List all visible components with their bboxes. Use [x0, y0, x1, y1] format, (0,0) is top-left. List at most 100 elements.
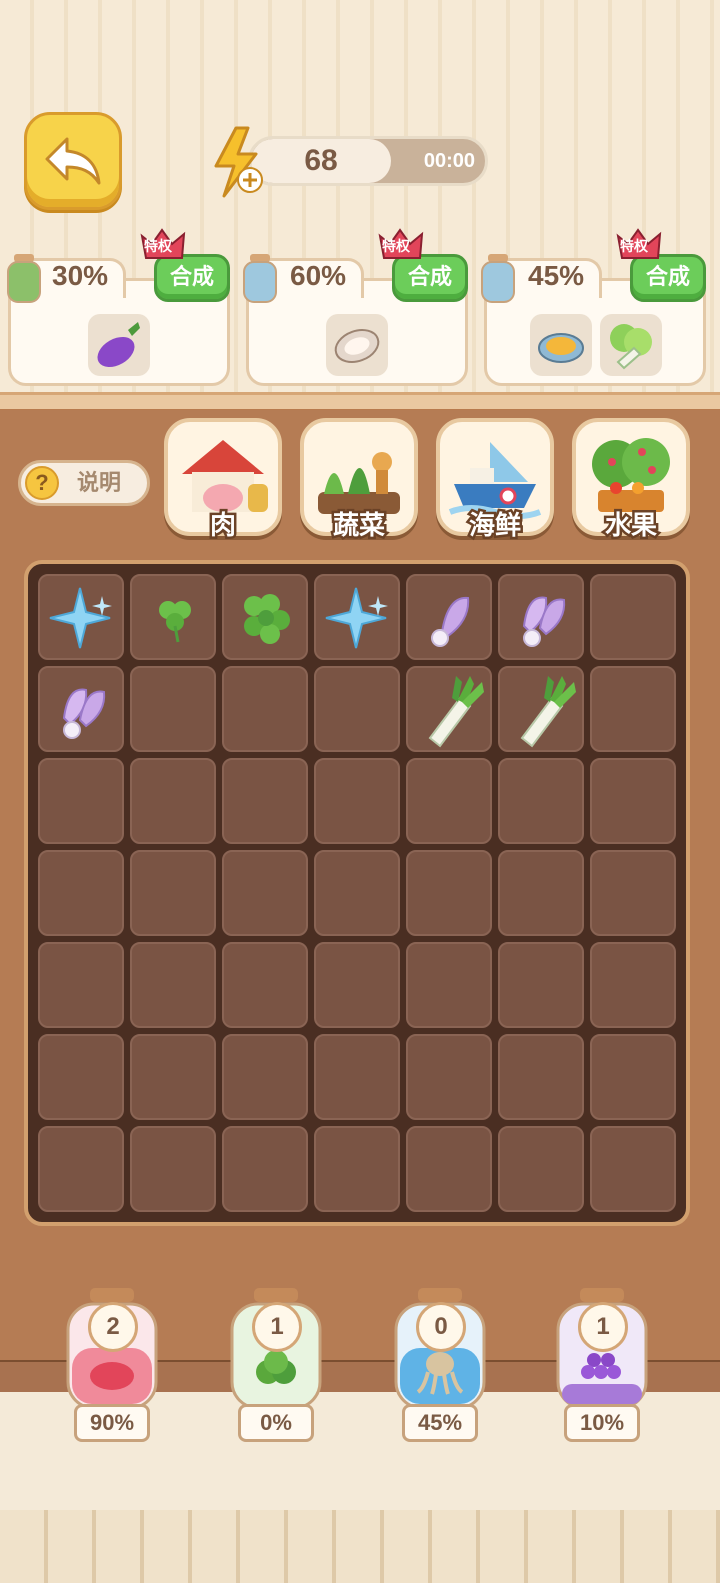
board-cell[interactable]: [314, 1126, 400, 1212]
board-cell[interactable]: [130, 574, 216, 660]
turnip-double-icon[interactable]: [40, 668, 122, 750]
board-cell[interactable]: [590, 758, 676, 844]
board-cell[interactable]: [590, 1126, 676, 1212]
board-cell[interactable]: [590, 850, 676, 936]
oyster-icon: [334, 329, 380, 363]
board-cell[interactable]: [130, 1034, 216, 1120]
blue-sparkle-icon[interactable]: [40, 576, 122, 658]
category-label: 海鲜: [466, 508, 523, 543]
clover-small-icon[interactable]: [132, 576, 214, 658]
board-cell[interactable]: [590, 1034, 676, 1120]
category-fruit[interactable]: 水果: [572, 418, 690, 543]
board-cell[interactable]: [590, 574, 676, 660]
ingredient-slot: [530, 314, 592, 376]
ingredient-slot: [326, 314, 388, 376]
merge-board: [24, 560, 690, 1226]
jar-seafood[interactable]: 0 45%: [390, 1288, 490, 1448]
board-cell[interactable]: [406, 574, 492, 660]
jar-count: 2: [88, 1302, 138, 1352]
board-cell[interactable]: [406, 666, 492, 752]
back-button[interactable]: [24, 112, 122, 210]
jar-meat[interactable]: 2 90%: [62, 1288, 162, 1448]
board-cell[interactable]: [498, 942, 584, 1028]
board-cell[interactable]: [130, 666, 216, 752]
category-meat[interactable]: 肉: [164, 418, 282, 543]
board-cell[interactable]: [590, 942, 676, 1028]
board-cell[interactable]: [498, 1034, 584, 1120]
leek-icon[interactable]: [500, 668, 582, 750]
energy-timer: 00:00: [423, 150, 475, 172]
blue-jar-icon: [481, 254, 515, 303]
board-cell[interactable]: [130, 942, 216, 1028]
board-cell[interactable]: [222, 758, 308, 844]
jar-count: 0: [416, 1302, 466, 1352]
board-cell[interactable]: [314, 942, 400, 1028]
board-cell[interactable]: [406, 758, 492, 844]
board-cell[interactable]: [222, 942, 308, 1028]
eggplant-icon: [97, 322, 140, 368]
board-cell[interactable]: [314, 666, 400, 752]
jar-percent: 45%: [402, 1404, 478, 1442]
recipe-percent: 45%: [528, 260, 585, 291]
energy-meter[interactable]: 68 00:00: [208, 126, 488, 198]
question-icon: ?: [25, 466, 59, 500]
category-seafood[interactable]: 海鲜: [436, 418, 554, 543]
board-cell[interactable]: [498, 666, 584, 752]
board-cell[interactable]: [38, 850, 124, 936]
jar-percent: 90%: [74, 1404, 150, 1442]
leek-icon[interactable]: [408, 668, 490, 750]
jar-percent: 0%: [238, 1404, 314, 1442]
board-cell[interactable]: [38, 758, 124, 844]
board-cell[interactable]: [130, 1126, 216, 1212]
back-arrow-icon: [45, 137, 101, 185]
privilege-badge: 特权: [376, 226, 436, 262]
board-cell[interactable]: [38, 666, 124, 752]
help-button[interactable]: ? 说明: [18, 460, 150, 506]
board-cell[interactable]: [314, 574, 400, 660]
board-cell[interactable]: [130, 850, 216, 936]
board-cell[interactable]: [406, 850, 492, 936]
floor-tiles: [0, 1510, 720, 1583]
board-cell[interactable]: [314, 1034, 400, 1120]
board-cell[interactable]: [222, 1126, 308, 1212]
privilege-badge: 特权: [138, 226, 198, 262]
category-label: 水果: [602, 508, 659, 543]
board-cell[interactable]: [590, 666, 676, 752]
board-cell[interactable]: [222, 666, 308, 752]
board-cell[interactable]: [130, 758, 216, 844]
board-cell[interactable]: [406, 1126, 492, 1212]
board-cell[interactable]: [498, 758, 584, 844]
category-label: 肉: [207, 508, 238, 543]
board-cell[interactable]: [38, 574, 124, 660]
board-cell[interactable]: [498, 1126, 584, 1212]
privilege-badge: 特权: [614, 226, 674, 262]
board-cell[interactable]: [406, 1034, 492, 1120]
jar-fruit[interactable]: 1 10%: [552, 1288, 652, 1448]
green-jar-icon: [7, 254, 41, 303]
category-vegetable[interactable]: 蔬菜: [300, 418, 418, 543]
shelf-divider: [0, 392, 720, 412]
category-label: 蔬菜: [330, 508, 387, 543]
turnip-double-icon[interactable]: [500, 576, 582, 658]
blue-jar-icon: [243, 254, 277, 303]
clover-large-icon[interactable]: [224, 576, 306, 658]
board-cell[interactable]: [38, 942, 124, 1028]
jar-percent: 10%: [564, 1404, 640, 1442]
board-cell[interactable]: [314, 758, 400, 844]
board-cell[interactable]: [406, 942, 492, 1028]
jar-vegetable[interactable]: 1 0%: [226, 1288, 326, 1448]
blue-sparkle-icon[interactable]: [316, 576, 398, 658]
board-cell[interactable]: [222, 1034, 308, 1120]
clam-icon: [538, 333, 584, 363]
board-cell[interactable]: [498, 850, 584, 936]
lightning-plus-icon: [214, 126, 263, 198]
turnip-seed-icon[interactable]: [408, 576, 490, 658]
board-cell[interactable]: [222, 574, 308, 660]
board-cell[interactable]: [498, 574, 584, 660]
board-cell[interactable]: [222, 850, 308, 936]
energy-bar: 68 00:00: [248, 136, 488, 186]
board-cell[interactable]: [38, 1034, 124, 1120]
energy-count: 68: [304, 144, 338, 177]
board-cell[interactable]: [314, 850, 400, 936]
board-cell[interactable]: [38, 1126, 124, 1212]
